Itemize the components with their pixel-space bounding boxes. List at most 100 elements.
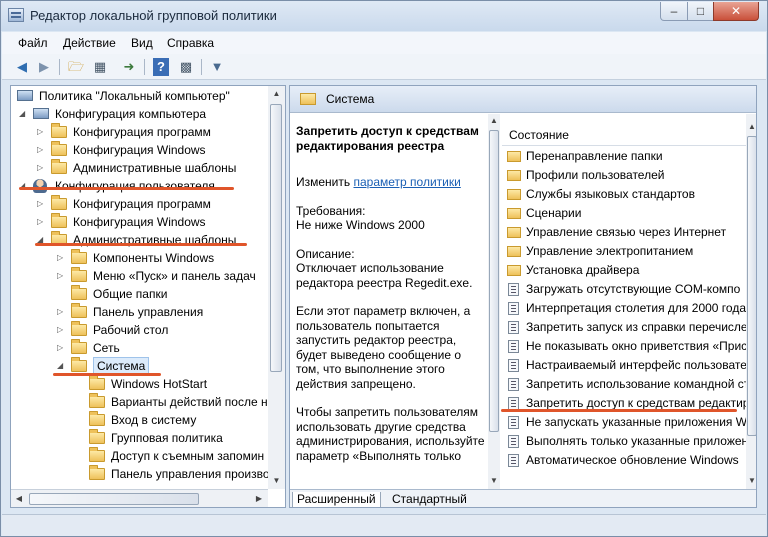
- list-item-label: Перенаправление папки: [526, 149, 663, 163]
- policy-description: Запретить доступ к средствам редактирова…: [290, 114, 490, 481]
- list-item-label: Загружать отсутствующие COM-компо: [526, 282, 741, 296]
- list-item[interactable]: Перенаправление папки: [502, 147, 748, 166]
- tab-extended[interactable]: Расширенный: [292, 492, 381, 507]
- folder-icon: [507, 208, 521, 219]
- list-item[interactable]: Профили пользователей: [502, 166, 748, 185]
- details-header-title: Система: [326, 92, 375, 106]
- description-text-3: Чтобы запретить пользователям использова…: [296, 405, 485, 463]
- expand-arrow-icon[interactable]: ▷: [57, 267, 67, 285]
- export-list-icon[interactable]: ➜: [119, 58, 139, 76]
- forward-icon[interactable]: ▶: [34, 58, 54, 76]
- tree-vertical-scrollbar[interactable]: ▲ ▼: [268, 86, 285, 489]
- scroll-down-icon[interactable]: ▼: [746, 476, 756, 485]
- edit-policy-link[interactable]: параметр политики: [353, 175, 460, 189]
- expand-arrow-icon[interactable]: ▷: [37, 123, 47, 141]
- back-icon[interactable]: ◀: [12, 58, 32, 76]
- description-text-1: Отключает использование редактора реестр…: [296, 261, 473, 290]
- scroll-thumb[interactable]: [747, 136, 756, 436]
- user-icon: [33, 179, 47, 193]
- computer-policy-icon: [17, 90, 33, 101]
- expand-arrow-icon[interactable]: ▷: [37, 159, 47, 177]
- up-folder-icon[interactable]: 🗁: [66, 58, 86, 76]
- collapse-arrow-icon[interactable]: ◢: [19, 105, 29, 123]
- list-item[interactable]: Установка драйвера: [502, 261, 748, 280]
- close-button[interactable]: ✕: [713, 2, 759, 21]
- app-icon: [8, 8, 24, 22]
- annotation-underline: [19, 187, 234, 190]
- folder-icon: [507, 189, 521, 200]
- show-hide-tree-icon[interactable]: ▦: [90, 58, 110, 76]
- scroll-thumb[interactable]: [489, 130, 499, 432]
- list-item-label: Сценарии: [526, 206, 582, 220]
- details-pane: Система Запретить доступ к средствам ред…: [289, 85, 757, 508]
- window-title: Редактор локальной групповой политики: [30, 8, 277, 23]
- policy-setting-icon: [508, 283, 519, 296]
- expand-arrow-icon[interactable]: ▷: [57, 339, 67, 357]
- scroll-right-icon[interactable]: ▶: [254, 494, 264, 503]
- list-item[interactable]: Управление связью через Интернет: [502, 223, 748, 242]
- list-item-label: Не показывать окно приветствия «Прис: [526, 339, 748, 353]
- list-item-label: Настраиваемый интерфейс пользовате: [526, 358, 747, 372]
- list-item[interactable]: Не запускать указанные приложения W: [502, 413, 748, 432]
- folder-icon: [507, 170, 521, 181]
- menu-bar: Файл Действие Вид Справка: [2, 32, 766, 54]
- folder-icon: [51, 213, 67, 228]
- settings-list: Состояние Перенаправление папки Профили п…: [502, 114, 748, 481]
- computer-icon: [33, 108, 49, 119]
- edit-line: Изменить параметр политики: [296, 175, 461, 189]
- list-item[interactable]: Автоматическое обновление Windows: [502, 451, 748, 470]
- folder-icon: [89, 411, 105, 426]
- title-bar[interactable]: Редактор локальной групповой политики – …: [1, 1, 767, 31]
- collapse-arrow-icon[interactable]: ◢: [19, 177, 29, 195]
- scroll-left-icon[interactable]: ◀: [14, 494, 24, 503]
- maximize-button[interactable]: □: [687, 2, 714, 21]
- expand-arrow-icon[interactable]: ▷: [37, 213, 47, 231]
- scroll-up-icon[interactable]: ▲: [746, 122, 756, 131]
- filter-icon[interactable]: ▼: [207, 58, 227, 76]
- folder-icon: [51, 141, 67, 156]
- list-item[interactable]: Не показывать окно приветствия «Прис: [502, 337, 748, 356]
- menu-action[interactable]: Действие: [63, 36, 116, 50]
- expand-arrow-icon[interactable]: ▷: [37, 195, 47, 213]
- menu-file[interactable]: Файл: [18, 36, 48, 50]
- list-item[interactable]: Интерпретация столетия для 2000 года: [502, 299, 748, 318]
- list-item[interactable]: Управление электропитанием: [502, 242, 748, 261]
- collapse-arrow-icon[interactable]: ◢: [37, 231, 47, 249]
- list-item-label: Службы языковых стандартов: [526, 187, 695, 201]
- scroll-thumb-horizontal[interactable]: [29, 493, 199, 505]
- list-item-label: Профили пользователей: [526, 168, 665, 182]
- folder-icon: [507, 151, 521, 162]
- menu-view[interactable]: Вид: [131, 36, 153, 50]
- list-item-label: Запретить запуск из справки перечисле: [526, 320, 748, 334]
- expand-arrow-icon[interactable]: ▷: [37, 141, 47, 159]
- scroll-down-icon[interactable]: ▼: [488, 476, 500, 485]
- scroll-thumb[interactable]: [270, 104, 282, 372]
- menu-help[interactable]: Справка: [167, 36, 214, 50]
- policy-setting-icon: [508, 416, 519, 429]
- policy-setting-icon: [508, 435, 519, 448]
- expand-arrow-icon[interactable]: ▷: [57, 303, 67, 321]
- list-item[interactable]: Сценарии: [502, 204, 748, 223]
- list-item[interactable]: Настраиваемый интерфейс пользовате: [502, 356, 748, 375]
- tab-standard[interactable]: Стандартный: [388, 492, 471, 507]
- column-header-state[interactable]: Состояние: [502, 124, 748, 146]
- list-item[interactable]: Запретить использование командной ст: [502, 375, 748, 394]
- minimize-button[interactable]: –: [660, 2, 688, 21]
- list-item[interactable]: Загружать отсутствующие COM-компо: [502, 280, 748, 299]
- expand-arrow-icon[interactable]: ▷: [57, 321, 67, 339]
- help-icon[interactable]: ?: [153, 58, 169, 76]
- expand-arrow-icon[interactable]: ▷: [57, 249, 67, 267]
- folder-open-icon: [71, 357, 87, 372]
- list-item[interactable]: Службы языковых стандартов: [502, 185, 748, 204]
- list-scrollbar[interactable]: ▲ ▼: [746, 114, 756, 489]
- scroll-down-icon[interactable]: ▼: [268, 476, 285, 485]
- description-scrollbar[interactable]: ▲ ▼: [488, 114, 500, 489]
- list-item[interactable]: Запретить запуск из справки перечисле: [502, 318, 748, 337]
- folder-icon: [71, 303, 87, 318]
- scroll-up-icon[interactable]: ▲: [268, 89, 285, 98]
- properties-icon[interactable]: ▩: [176, 58, 196, 76]
- folder-icon: [89, 393, 105, 408]
- tree-horizontal-scrollbar[interactable]: ◀ ▶: [11, 489, 268, 507]
- scroll-up-icon[interactable]: ▲: [488, 116, 500, 125]
- list-item[interactable]: Выполнять только указанные приложен: [502, 432, 748, 451]
